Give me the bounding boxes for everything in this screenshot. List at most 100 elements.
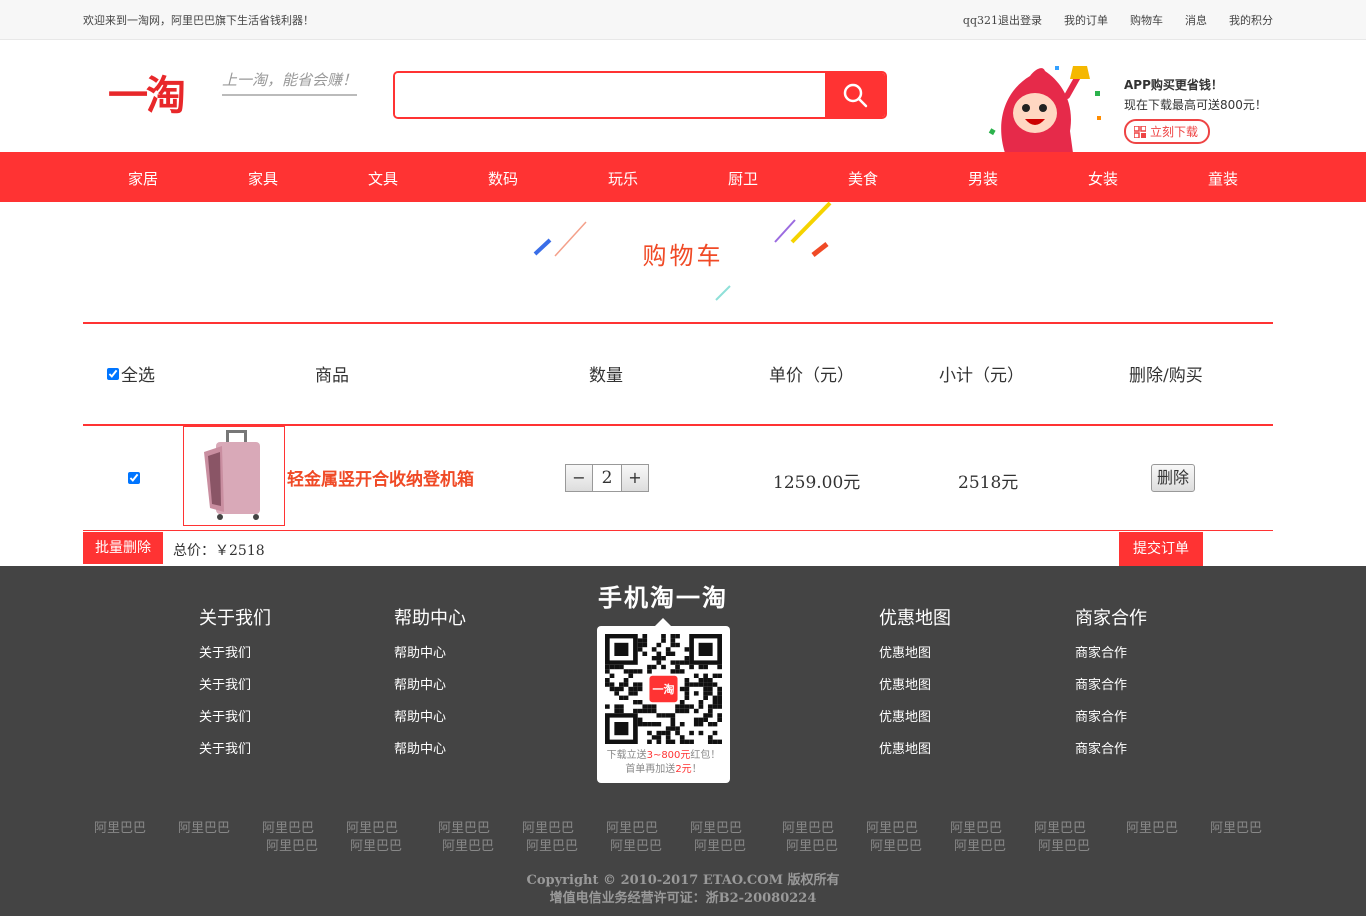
qr-code-icon [1134,125,1146,138]
partner-link[interactable]: 阿里巴巴 [606,817,658,836]
select-all-checkbox[interactable] [107,367,119,380]
partner-link[interactable]: 阿里巴巴 [94,817,146,836]
increase-button[interactable]: + [621,464,649,492]
logo[interactable]: 一淘 [108,63,186,121]
footer-link[interactable]: 商家合作 [1075,674,1147,706]
header-quantity: 数量 [589,366,623,386]
partner-link[interactable]: 阿里巴巴 [1034,817,1086,836]
partner-link[interactable]: 阿里巴巴 [950,817,1002,836]
cart-link[interactable]: 购物车 [1130,12,1163,28]
partner-link[interactable]: 阿里巴巴 [694,835,746,854]
unit-price: 1259.00元 [773,473,861,493]
header-subtotal: 小计（元） [939,366,1024,386]
header-unit-price: 单价（元） [769,366,854,386]
nav-item-menswear[interactable]: 男装 [953,168,1013,189]
partner-link[interactable]: 阿里巴巴 [1126,817,1178,836]
footer-link[interactable]: 优惠地图 [879,706,951,738]
footer-link[interactable]: 优惠地图 [879,642,951,674]
mascot-image [985,61,1115,153]
footer-link[interactable]: 帮助中心 [394,706,466,738]
nav-item-womenswear[interactable]: 女装 [1073,168,1133,189]
footer-link[interactable]: 关于我们 [199,674,271,706]
header-action: 删除/购买 [1129,366,1203,386]
partner-link[interactable]: 阿里巴巴 [438,817,490,836]
footer-link[interactable]: 帮助中心 [394,738,466,770]
partner-link[interactable]: 阿里巴巴 [786,835,838,854]
header-product: 商品 [315,366,349,386]
footer-link[interactable]: 关于我们 [199,738,271,770]
qr-code-image: 一淘 [605,634,722,744]
license: 增值电信业务经营许可证：浙B2-20080224 [549,891,817,906]
messages-link[interactable]: 消息 [1185,12,1207,28]
nav-item-kidswear[interactable]: 童装 [1193,168,1253,189]
footer-link[interactable]: 帮助中心 [394,674,466,706]
select-all: 全选 [107,361,155,386]
search-input[interactable] [395,73,827,117]
total-price: 总价：￥2518 [173,543,265,559]
partner-link[interactable]: 阿里巴巴 [1210,817,1262,836]
submit-order-button[interactable]: 提交订单 [1119,532,1203,566]
partner-link[interactable]: 阿里巴巴 [866,817,918,836]
nav-item-entertainment[interactable]: 玩乐 [593,168,653,189]
app-ad: APP购买更省钱！ 现在下载最高可送800元！ 立刻下载 [1124,76,1267,144]
partner-link[interactable]: 阿里巴巴 [870,835,922,854]
nav-item-furniture[interactable]: 家具 [233,168,293,189]
footer-link[interactable]: 商家合作 [1075,706,1147,738]
footer-col-map: 优惠地图 优惠地图 优惠地图 优惠地图 优惠地图 [879,604,951,770]
item-checkbox[interactable] [128,472,140,484]
quantity-input[interactable]: 2 [593,464,621,492]
select-all-label: 全选 [121,366,155,386]
partner-link[interactable]: 阿里巴巴 [346,817,398,836]
footer-link[interactable]: 优惠地图 [879,738,951,770]
slogan: 上一淘，能省会赚！ [222,69,358,96]
product-image[interactable] [183,426,285,526]
footer-link[interactable]: 商家合作 [1075,738,1147,770]
partner-link[interactable]: 阿里巴巴 [782,817,834,836]
footer-link[interactable]: 关于我们 [199,642,271,674]
partner-link[interactable]: 阿里巴巴 [526,835,578,854]
qr-caption-line2: 首单再加送2元！ [625,764,702,775]
logout-link[interactable]: qq321退出登录 [963,12,1042,28]
nav-item-stationery[interactable]: 文具 [353,168,413,189]
product-name[interactable]: 轻金属竖开合收纳登机箱 [287,465,484,490]
footer-link[interactable]: 商家合作 [1075,642,1147,674]
nav-item-food[interactable]: 美食 [833,168,893,189]
app-ad-subtitle: 现在下载最高可送800元！ [1124,98,1267,112]
delete-button[interactable]: 删除 [1151,464,1195,492]
divider [83,322,1273,324]
partner-link[interactable]: 阿里巴巴 [522,817,574,836]
qr-caption: 下载立送3~800元红包！ 首单再加送2元！ [597,749,730,777]
item-subtotal: 2518元 [958,473,1019,493]
copyright: Copyright © 2010-2017 ETAO.COM 版权所有 [526,873,840,888]
header: 一淘 上一淘，能省会赚！ APP购买更省钱！ 现在下载最高可送800元！ 立刻下… [0,41,1366,153]
search-button[interactable] [825,73,885,117]
search-bar [393,71,887,119]
partner-link[interactable]: 阿里巴巴 [954,835,1006,854]
app-ad-title: APP购买更省钱！ [1124,78,1223,92]
partner-link[interactable]: 阿里巴巴 [178,817,230,836]
nav-item-digital[interactable]: 数码 [473,168,533,189]
decrease-button[interactable]: − [565,464,593,492]
footer-link[interactable]: 帮助中心 [394,642,466,674]
footer-link[interactable]: 优惠地图 [879,674,951,706]
partner-link[interactable]: 阿里巴巴 [610,835,662,854]
nav-item-kitchen[interactable]: 厨卫 [713,168,773,189]
partner-link[interactable]: 阿里巴巴 [442,835,494,854]
partner-link[interactable]: 阿里巴巴 [350,835,402,854]
partner-link[interactable]: 阿里巴巴 [266,835,318,854]
partner-link[interactable]: 阿里巴巴 [690,817,742,836]
qr-card: 一淘 下载立送3~800元红包！ 首单再加送2元！ [597,618,730,783]
page-title: 购物车 [642,242,724,270]
top-bar: 欢迎来到一淘网，阿里巴巴旗下生活省钱利器！ qq321退出登录 我的订单 购物车… [0,0,1366,40]
partner-link[interactable]: 阿里巴巴 [1038,835,1090,854]
batch-delete-button[interactable]: 批量删除 [83,532,163,564]
nav-item-home[interactable]: 家居 [113,168,173,189]
my-points-link[interactable]: 我的积分 [1229,12,1273,28]
footer-col-business: 商家合作 商家合作 商家合作 商家合作 商家合作 [1075,604,1147,770]
my-orders-link[interactable]: 我的订单 [1064,12,1108,28]
divider [83,530,1273,531]
download-button[interactable]: 立刻下载 [1124,119,1211,144]
footer-link[interactable]: 关于我们 [199,706,271,738]
partner-link[interactable]: 阿里巴巴 [262,817,314,836]
category-nav: 家居 家具 文具 数码 玩乐 厨卫 美食 男装 女装 童装 [0,152,1366,202]
